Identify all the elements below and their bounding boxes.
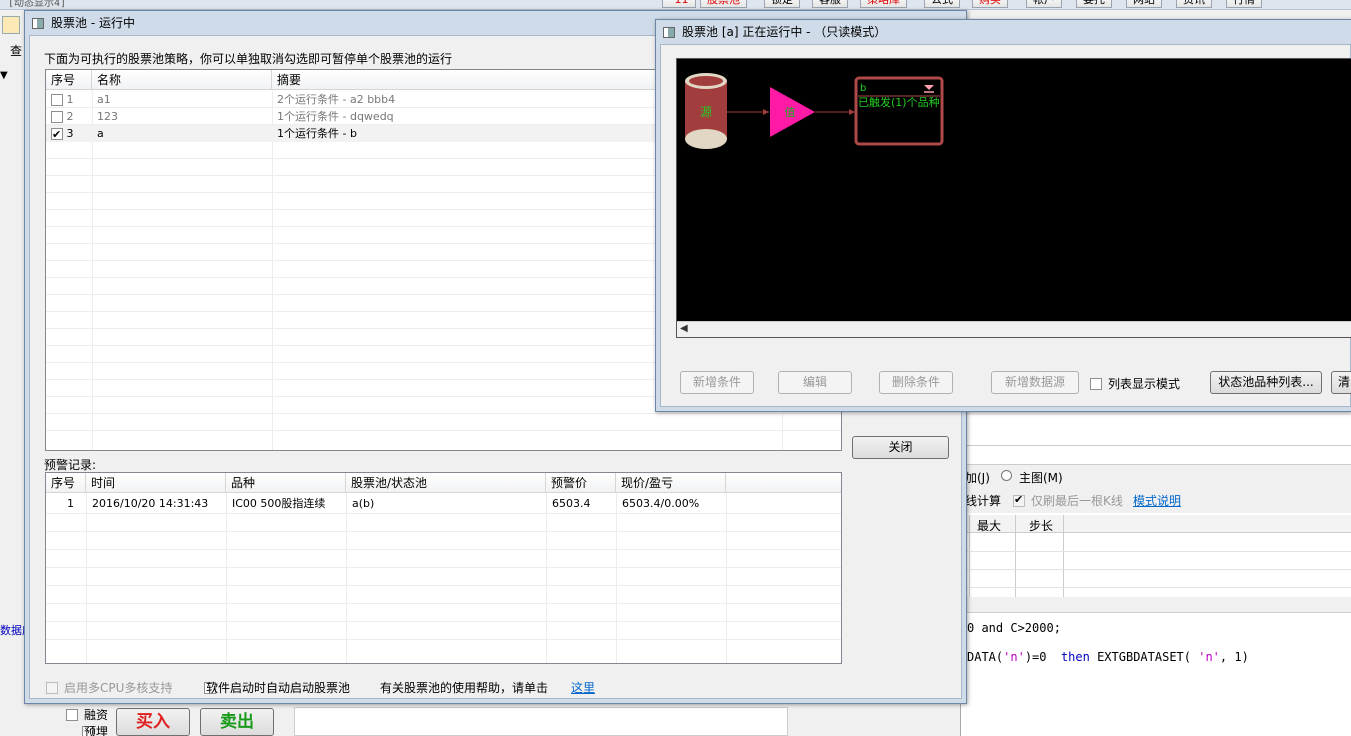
connector-arrow-icon	[763, 109, 769, 115]
multicore-label: 启用多CPU多核支持	[64, 681, 173, 695]
top-button-strategy[interactable]: 策略库	[860, 0, 907, 8]
flow-client: 源 值 b 已触发(1)个品种 ◀ 新增条件 编辑 删除条件 新增数据源 列表显…	[660, 44, 1351, 407]
list-mode-label: 列表显示模式	[1108, 377, 1181, 391]
strategy-name: 123	[97, 110, 118, 123]
connector-arrow-icon	[849, 109, 855, 115]
trigger-label: 值	[785, 106, 796, 119]
top-button-stock-pool[interactable]: 股票池	[700, 0, 747, 8]
flow-titlebar[interactable]: 股票池 [a] 正在运行中 - （只读模式）	[656, 20, 1351, 44]
alert-grid: 序号 时间 品种 股票池/状态池 预警价 现价/盈亏 1 2016/10/20 …	[45, 472, 842, 664]
alert-pool: a(b)	[352, 497, 375, 510]
last-kline-checkbox[interactable]	[1013, 493, 1025, 507]
autostart-label: 软件启动时自动启动股票池	[206, 681, 351, 695]
sell-button[interactable]: 卖出	[200, 708, 274, 736]
close-button[interactable]: 关闭	[852, 436, 949, 459]
top-button-service[interactable]: 客服	[812, 0, 848, 8]
last-kline-label: 仅刷最后一根K线	[1031, 494, 1123, 508]
flow-window: 股票池 [a] 正在运行中 - （只读模式） 源 值 b 已触发(1)个品种 ◀…	[655, 19, 1351, 412]
margin-label: 融资	[84, 708, 109, 722]
list-mode-checkbox[interactable]	[1090, 377, 1102, 390]
delete-condition-button[interactable]: 删除条件	[879, 371, 953, 394]
top-button-order[interactable]: 委托	[1076, 0, 1112, 8]
alert-grid-header: 序号 时间 品种 股票池/状态池 预警价 现价/盈亏	[46, 473, 841, 493]
flow-title: 股票池 [a] 正在运行中 - （只读模式）	[682, 25, 887, 39]
margin-checkbox[interactable]	[66, 708, 78, 721]
code-line-2: DATA('n')=0 then EXTGBDATASET( 'n', 1)	[967, 650, 1249, 664]
alert-index: 1	[67, 497, 74, 510]
background-top-bar: [动态显示4] *11 股票池 锁定 客服 策略库 公式 购买 帐户 委托 网站…	[0, 0, 1351, 10]
flow-diagram: 源 值 b 已触发(1)个品种	[685, 73, 944, 149]
alert-time: 2016/10/20 14:31:43	[92, 497, 209, 510]
background-input-strip	[961, 445, 1351, 465]
pool-list-button[interactable]: 状态池品种列表...	[1210, 371, 1322, 394]
strategy-checkbox-3[interactable]	[51, 126, 63, 143]
left-menu-label[interactable]: 查	[10, 42, 22, 59]
alert-row[interactable]: 1 2016/10/20 14:31:43 IC00 500股指连续 a(b) …	[46, 495, 841, 512]
top-button-lock[interactable]: 锁定	[764, 0, 800, 8]
alert-col-pnl[interactable]: 现价/盈亏	[616, 473, 726, 493]
condition-node-status: 已触发(1)个品种	[858, 97, 940, 109]
code-line-1: 0 and C>2000;	[967, 621, 1061, 635]
strategy-summary: 1个运行条件 - b	[277, 127, 357, 140]
strategy-summary: 2个运行条件 - a2 bbb4	[277, 93, 396, 106]
add-condition-button[interactable]: 新增条件	[680, 371, 754, 394]
toolbar-edit-icon[interactable]	[2, 16, 20, 34]
window-icon	[663, 27, 675, 38]
mode-help-link[interactable]: 模式说明	[1133, 492, 1181, 509]
add-option-label: 加(J)	[965, 471, 990, 485]
mode-row: 加(J) 主图(M) 线计算 仅刷最后一根K线 模式说明	[961, 465, 1351, 513]
scroll-left-arrow-icon[interactable]: ◀	[680, 323, 688, 334]
strategy-checkbox-2[interactable]	[51, 111, 63, 123]
top-button-quotes[interactable]: 行情	[1226, 0, 1262, 8]
add-source-button[interactable]: 新增数据源	[991, 371, 1079, 394]
alert-pnl: 6503.4/0.00%	[622, 497, 700, 510]
help-link[interactable]: 这里	[571, 679, 595, 696]
flow-canvas[interactable]: 源 值 b 已触发(1)个品种 ◀	[676, 58, 1351, 338]
clear-button[interactable]: 清	[1331, 371, 1351, 394]
col-index-header[interactable]: 序号	[46, 70, 92, 90]
strategy-name: a1	[97, 93, 111, 106]
top-button-11[interactable]: *11	[662, 0, 696, 8]
flow-scrollbar[interactable]: ◀	[677, 321, 1351, 337]
buy-button[interactable]: 买入	[116, 708, 190, 736]
background-grid	[294, 707, 788, 736]
instructions-text: 下面为可执行的股票池策略，你可以单独取消勾选即可暂停单个股票池的运行	[44, 52, 453, 66]
alert-col-symbol[interactable]: 品种	[226, 473, 346, 493]
top-button-news[interactable]: 资讯	[1176, 0, 1212, 8]
collapse-arrow-icon[interactable]: ▼	[0, 70, 8, 81]
top-button-website[interactable]: 网站	[1126, 0, 1162, 8]
top-button-formula[interactable]: 公式	[924, 0, 960, 8]
strategy-summary: 1个运行条件 - dqwedq	[277, 110, 394, 123]
edit-button[interactable]: 编辑	[778, 371, 852, 394]
stock-pool-title: 股票池 - 运行中	[51, 16, 135, 30]
condition-node-title: b	[860, 83, 866, 94]
line-calc-label: 线计算	[965, 494, 1002, 508]
help-text: 有关股票池的使用帮助，请单击	[380, 681, 549, 695]
background-editor-panel: 加(J) 主图(M) 线计算 仅刷最后一根K线 模式说明 最大 步长 0 and…	[960, 415, 1351, 736]
strategy-checkbox-1[interactable]	[51, 94, 63, 106]
main-chart-radio[interactable]	[1001, 470, 1012, 481]
alert-price: 6503.4	[552, 497, 591, 510]
col-name-header[interactable]: 名称	[92, 70, 272, 90]
source-label: 源	[700, 105, 712, 119]
alert-col-price[interactable]: 预警价	[546, 473, 616, 493]
param-header-step: 步长	[1029, 519, 1054, 533]
param-header-max: 最大	[977, 519, 1002, 533]
multicore-checkbox[interactable]	[46, 681, 58, 694]
strategy-name: a	[97, 127, 104, 140]
hedge-label: 预埋	[84, 725, 109, 736]
param-table: 最大 步长	[961, 515, 1351, 597]
alert-col-pool[interactable]: 股票池/状态池	[346, 473, 546, 493]
main-chart-label: 主图(M)	[1019, 471, 1063, 485]
alert-records-label: 预警记录:	[44, 458, 97, 472]
alert-symbol: IC00 500股指连续	[232, 497, 326, 510]
window-icon	[32, 18, 44, 29]
background-tab-title: [动态显示4]	[8, 0, 67, 9]
alert-col-index[interactable]: 序号	[46, 473, 86, 493]
param-header: 最大 步长	[961, 515, 1351, 533]
background-order-strip: 融资 预埋 买入 卖出	[28, 703, 798, 736]
alert-col-time[interactable]: 时间	[86, 473, 226, 493]
top-button-buy[interactable]: 购买	[972, 0, 1008, 8]
top-button-account[interactable]: 帐户	[1026, 0, 1062, 8]
